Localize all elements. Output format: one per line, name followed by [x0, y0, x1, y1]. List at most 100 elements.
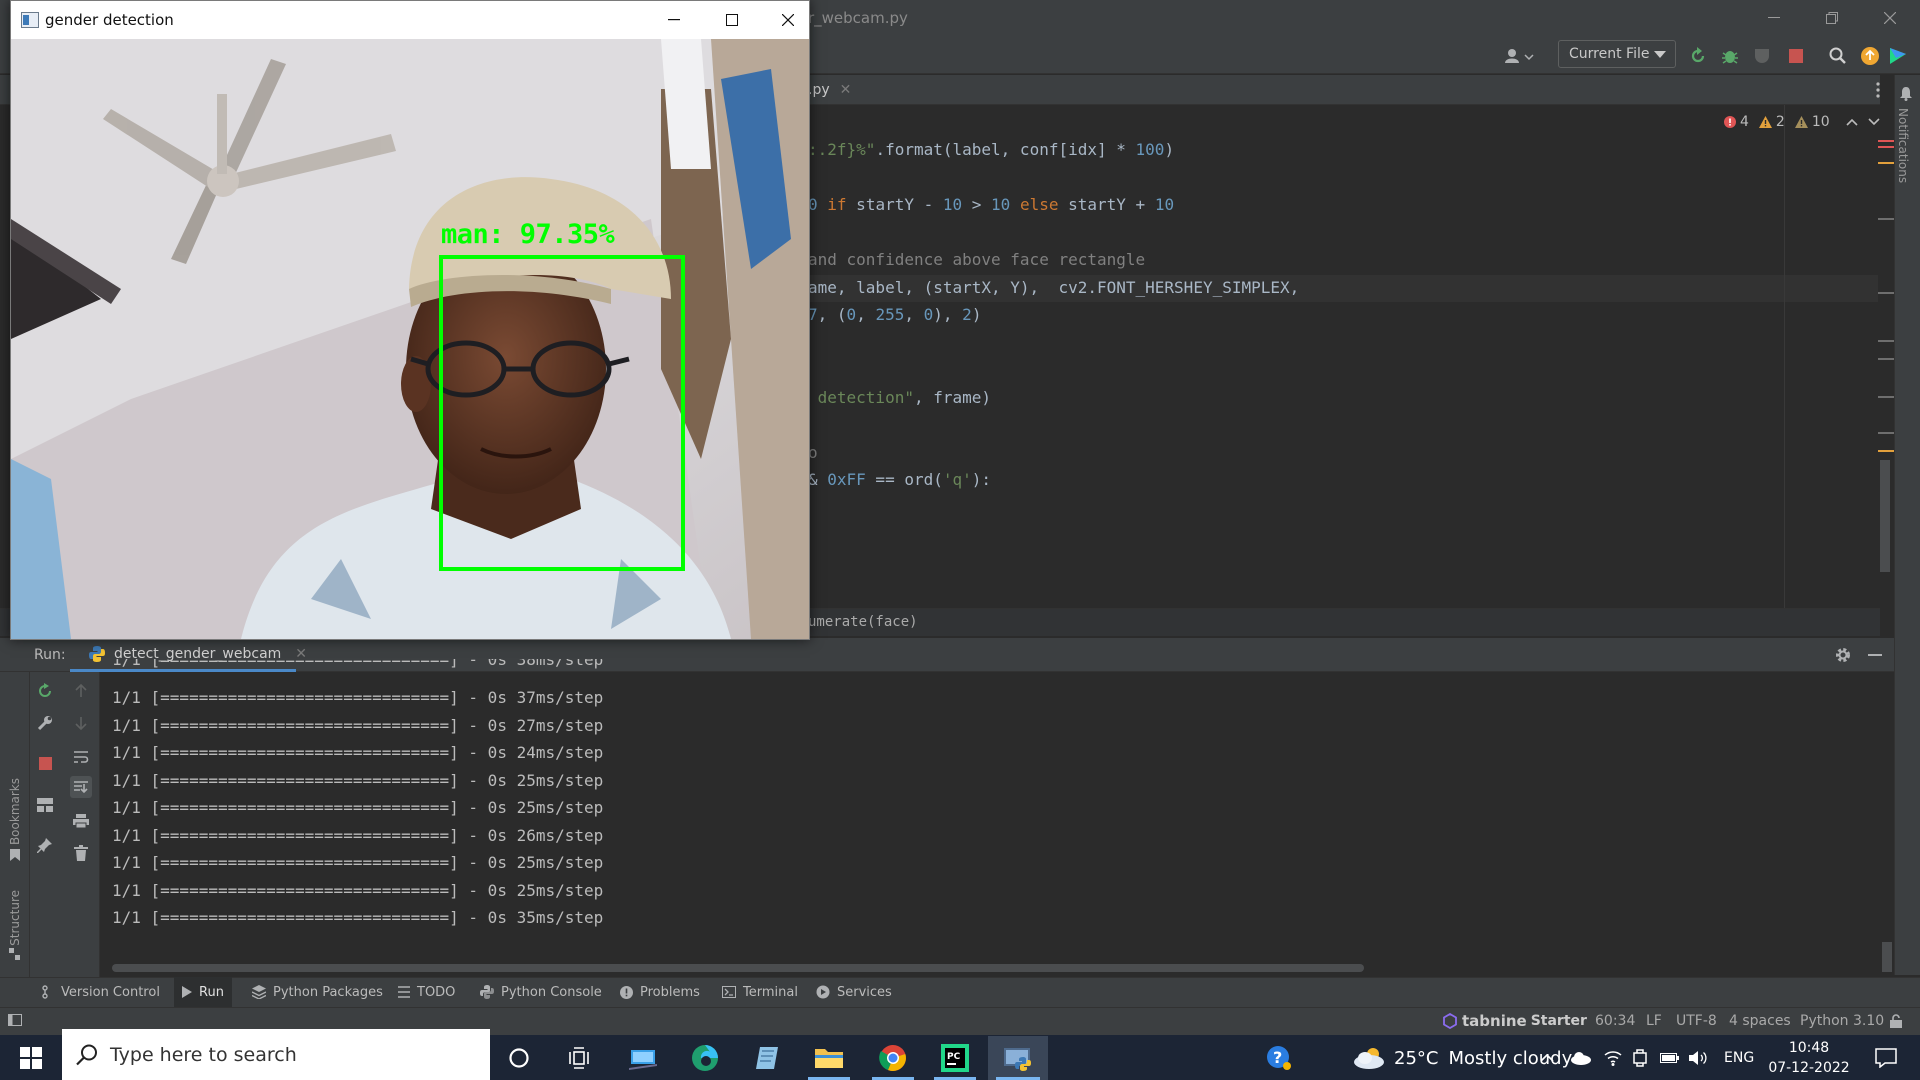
structure-tool-label[interactable]: Structure: [8, 890, 22, 946]
taskbar-app-desktop[interactable]: [614, 1036, 672, 1080]
run-configuration-dropdown[interactable]: Current File: [1558, 40, 1676, 68]
tool-problems[interactable]: Problems: [612, 977, 708, 1007]
start-button[interactable]: [2, 1036, 60, 1080]
toggle-tool-windows-icon[interactable]: [8, 1014, 22, 1026]
ide-restore-button[interactable]: [1814, 4, 1850, 32]
ide-update-icon[interactable]: [1858, 44, 1882, 68]
volume-icon[interactable]: [1688, 1036, 1708, 1080]
trash-icon[interactable]: [70, 842, 92, 864]
error-stripe-mark[interactable]: [1878, 140, 1894, 142]
stripe-mark[interactable]: [1878, 340, 1894, 342]
notes-app-icon: [756, 1047, 778, 1069]
tool-version-control[interactable]: Version Control: [34, 977, 168, 1007]
stripe-mark[interactable]: [1878, 396, 1894, 398]
close-tab-icon[interactable]: ✕: [840, 82, 852, 98]
code-token: , frame): [913, 388, 992, 407]
stripe-mark[interactable]: [1878, 358, 1894, 360]
error-stripe-mark[interactable]: [1878, 146, 1894, 148]
taskbar-app-notes[interactable]: [738, 1036, 796, 1080]
problems-icon: [620, 985, 633, 999]
scroll-down-icon[interactable]: [70, 712, 92, 734]
file-encoding[interactable]: UTF-8: [1676, 1007, 1717, 1035]
code-token: ): [971, 305, 982, 324]
console-vertical-scrollbar[interactable]: [1882, 942, 1892, 972]
console-line: 1/1 [==============================] - 0…: [112, 715, 604, 735]
chevron-down-icon: [1654, 51, 1666, 58]
tabnine-status[interactable]: tabnine Starter: [1442, 1007, 1587, 1035]
gear-icon[interactable]: [1834, 646, 1852, 664]
battery-icon[interactable]: [1660, 1036, 1680, 1080]
layout-icon[interactable]: [34, 794, 56, 816]
caret-position[interactable]: 60:34: [1595, 1007, 1635, 1035]
console-horizontal-scrollbar[interactable]: [112, 964, 1364, 972]
jetbrains-toolbox-icon[interactable]: [1886, 44, 1910, 68]
debug-icon[interactable]: [1718, 44, 1742, 68]
input-language[interactable]: ENG: [1724, 1036, 1754, 1080]
print-icon[interactable]: [70, 810, 92, 832]
action-center-icon[interactable]: [1866, 1036, 1906, 1080]
stop-icon[interactable]: [34, 752, 56, 774]
line-separator[interactable]: LF: [1646, 1007, 1662, 1035]
rerun-icon[interactable]: [34, 680, 56, 702]
indent-setting[interactable]: 4 spaces: [1729, 1007, 1791, 1035]
notifications-stripe: [1894, 75, 1920, 975]
warning-stripe-mark[interactable]: [1878, 450, 1894, 452]
search-icon[interactable]: [1826, 44, 1850, 68]
help-tray-icon[interactable]: ?: [1262, 1036, 1296, 1080]
bookmarks-tool-label[interactable]: Bookmarks: [8, 778, 22, 845]
soft-wrap-icon[interactable]: [70, 746, 92, 768]
editor-scrollbar-thumb[interactable]: [1880, 460, 1890, 572]
coverage-icon[interactable]: [1750, 44, 1774, 68]
device-icon[interactable]: [1632, 1036, 1648, 1080]
stripe-mark[interactable]: [1878, 292, 1894, 294]
taskbar-app-edge[interactable]: [676, 1036, 734, 1080]
ide-close-button[interactable]: [1872, 4, 1908, 32]
gender-detection-window[interactable]: gender detection man: 97.35%: [10, 0, 810, 640]
wrench-icon[interactable]: [34, 712, 56, 734]
onedrive-icon[interactable]: [1570, 1036, 1592, 1080]
warning-stripe-mark[interactable]: [1878, 162, 1894, 164]
stripe-mark[interactable]: [1878, 432, 1894, 434]
stop-icon[interactable]: [1784, 44, 1808, 68]
ide-minimize-button[interactable]: [1756, 4, 1792, 32]
tool-python-packages[interactable]: Python Packages: [244, 977, 391, 1007]
taskbar-app-file-explorer[interactable]: [800, 1036, 858, 1080]
lock-icon[interactable]: [1890, 1007, 1902, 1035]
rerun-icon[interactable]: [1686, 44, 1710, 68]
cortana-button[interactable]: [490, 1036, 548, 1080]
task-view-button[interactable]: [550, 1036, 608, 1080]
inspection-widget[interactable]: 4 2 10: [1724, 114, 1880, 130]
tool-todo[interactable]: TODO: [390, 977, 463, 1007]
bell-icon[interactable]: [1899, 86, 1913, 101]
tool-python-console[interactable]: Python Console: [472, 977, 610, 1007]
taskbar-search-box[interactable]: Type here to search: [62, 1029, 490, 1080]
breadcrumb[interactable]: umerate(face): [808, 614, 918, 630]
cv-maximize-button[interactable]: [709, 5, 755, 35]
more-tabs-icon[interactable]: [1876, 82, 1880, 98]
code-token: ,: [856, 305, 876, 324]
wifi-icon[interactable]: [1604, 1036, 1622, 1080]
scroll-to-end-icon[interactable]: [70, 776, 92, 798]
scroll-up-icon[interactable]: [70, 680, 92, 702]
show-hidden-icons-icon[interactable]: [1540, 1036, 1554, 1080]
python-interpreter[interactable]: Python 3.10: [1800, 1007, 1884, 1035]
stripe-mark[interactable]: [1878, 218, 1894, 220]
cv-close-button[interactable]: [765, 5, 811, 35]
tool-terminal[interactable]: Terminal: [714, 977, 806, 1007]
cv-minimize-button[interactable]: [651, 5, 697, 35]
hide-panel-icon[interactable]: [1868, 654, 1882, 656]
bookmark-icon[interactable]: [9, 848, 21, 862]
tool-services[interactable]: Services: [808, 977, 900, 1007]
taskbar-app-chrome[interactable]: [864, 1036, 922, 1080]
next-highlight-icon[interactable]: [1868, 118, 1880, 126]
vcs-user-icon[interactable]: [1504, 44, 1536, 68]
structure-icon[interactable]: [9, 948, 21, 960]
tool-run[interactable]: Run: [174, 977, 232, 1007]
taskbar-app-pycharm[interactable]: PC: [926, 1036, 984, 1080]
taskbar-app-python[interactable]: [988, 1036, 1048, 1080]
notifications-tool-label[interactable]: Notifications: [1896, 108, 1910, 183]
system-clock[interactable]: 10:48 07-12-2022: [1764, 1036, 1854, 1080]
editor-tab[interactable]: .py ✕: [808, 76, 851, 104]
pin-icon[interactable]: [34, 834, 56, 856]
previous-highlight-icon[interactable]: [1846, 118, 1858, 126]
